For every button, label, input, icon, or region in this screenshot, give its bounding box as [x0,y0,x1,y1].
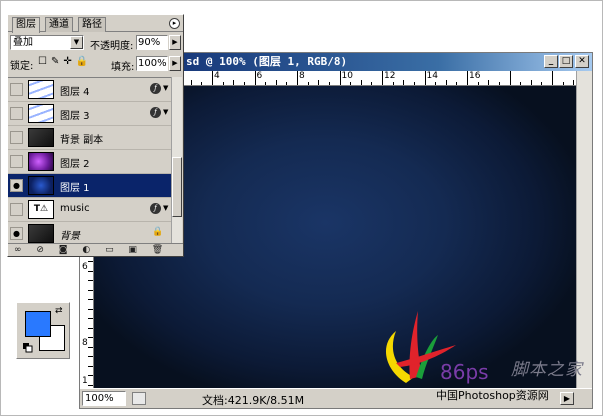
hruler-label: 14 [426,71,438,81]
visibility-eye-icon[interactable] [10,107,23,120]
brand-watermark: 脚本之家 [511,360,583,380]
visibility-eye-icon[interactable]: ● [10,227,23,240]
fill-input[interactable]: 100% [136,56,168,71]
layer-thumbnail[interactable] [28,128,54,147]
logo-wordmark: 86ps [440,360,489,384]
visibility-eye-icon[interactable] [10,155,23,168]
hruler-label: 10 [341,71,353,81]
layers-panel: 图层 通道 路径 ▸ 叠加 ▼ 不透明度: 90% ▶ 锁定: ☐✎✛🔒 填充:… [7,14,184,257]
chevron-down-icon[interactable]: ▼ [70,36,83,49]
panel-tabs: 图层 通道 路径 ▸ [8,15,183,33]
layer-thumbnail[interactable] [28,104,54,123]
minimize-button[interactable]: _ [544,55,558,68]
layer-name: 背景 副本 [60,135,104,146]
layer-name: 图层 3 [60,111,90,122]
photoshop-workspace: sd @ 100% (图层 1, RGB/8) _ □ ✕ 4 6 8 10 12 14 1… [0,0,603,416]
layer-row[interactable]: 图层 4 ƒ ▼ [8,78,173,102]
site-name: 中国Photoshop资源网 [436,389,549,402]
foreground-color-swatch[interactable] [25,311,51,337]
expand-arrow-icon[interactable]: ▼ [163,204,168,212]
tab-layers[interactable]: 图层 [12,17,40,33]
tab-paths[interactable]: 路径 [78,17,106,32]
layer-effects-icon[interactable]: ƒ [150,203,161,214]
layer-name: 背景 [60,231,80,242]
fill-stepper[interactable]: ▶ [169,56,181,71]
close-button[interactable]: ✕ [575,55,589,68]
layer-name: music [60,203,90,214]
layer-row[interactable]: 图层 2 [8,150,173,174]
visibility-eye-icon[interactable] [10,83,23,96]
layer-row[interactable]: 背景 副本 [8,126,173,150]
layer-thumbnail[interactable]: T⚠ [28,200,54,219]
panel-menu-icon[interactable]: ▸ [169,18,180,29]
layer-name: 图层 2 [60,159,90,170]
hruler-label: 6 [256,71,263,81]
layer-effects-icon[interactable]: ƒ [150,83,161,94]
document-title: sd @ 100% (图层 1, RGB/8) [186,55,348,68]
layer-thumbnail[interactable] [28,176,54,195]
layer-row[interactable]: ● 图层 1 [8,174,173,198]
layer-row[interactable]: T⚠ music ƒ ▼ [8,198,173,222]
layer-list: 图层 4 ƒ ▼ 图层 3 ƒ ▼ 背景 副本 图层 2 ● 图层 1 T⚠ music ƒ ▼ ● 背景 🔒 [8,77,173,246]
vruler-label: 8 [82,338,88,348]
vruler-label: 1 [82,376,88,386]
opacity-input[interactable]: 90% [136,35,168,50]
blend-mode-value: 叠加 [13,37,33,48]
lock-label: 锁定: [10,61,34,72]
hruler-label: 8 [299,71,305,81]
maximize-button[interactable]: □ [559,55,573,68]
blend-mode-select[interactable]: 叠加 ▼ [10,35,84,50]
visibility-eye-icon[interactable]: ● [10,179,23,192]
vruler-label: 6 [82,262,88,272]
layer-row[interactable]: 图层 3 ƒ ▼ [8,102,173,126]
tab-channels[interactable]: 通道 [45,17,73,32]
layer-list-scrollbar[interactable] [171,77,182,245]
86ps-logo: 86ps [385,311,489,384]
layer-thumbnail[interactable] [28,224,54,243]
layer-actions-bar[interactable]: ∞ ⊘ ◙ ◐ ▭ ▣ 🗑 [8,243,183,256]
hruler-label: 12 [384,71,396,81]
hruler-label: 4 [214,71,220,81]
swap-colors-icon[interactable]: ⇄ [55,306,63,316]
opacity-stepper[interactable]: ▶ [169,35,181,50]
layer-thumbnail[interactable] [28,80,54,99]
scrollbar-thumb[interactable] [172,157,182,217]
document-size: 文档:421.9K/8.51M [202,394,305,407]
default-colors-icon[interactable] [23,343,33,353]
fill-label: 填充: [111,62,135,73]
hruler-label: 16 [469,71,481,81]
expand-arrow-icon[interactable]: ▼ [163,108,168,116]
status-info-icon[interactable] [132,392,146,405]
layer-effects-icon[interactable]: ƒ [150,107,161,118]
layer-thumbnail[interactable] [28,152,54,171]
color-swatches: ⇄ [16,302,70,359]
lock-icons[interactable]: ☐✎✛🔒 [38,56,92,67]
expand-arrow-icon[interactable]: ▼ [163,84,168,92]
visibility-eye-icon[interactable] [10,203,23,216]
lock-icon: 🔒 [152,227,164,237]
opacity-label: 不透明度: [90,41,134,52]
layer-name: 图层 4 [60,87,90,98]
visibility-eye-icon[interactable] [10,131,23,144]
layer-name: 图层 1 [60,183,90,194]
zoom-field[interactable]: 100% [82,391,126,406]
